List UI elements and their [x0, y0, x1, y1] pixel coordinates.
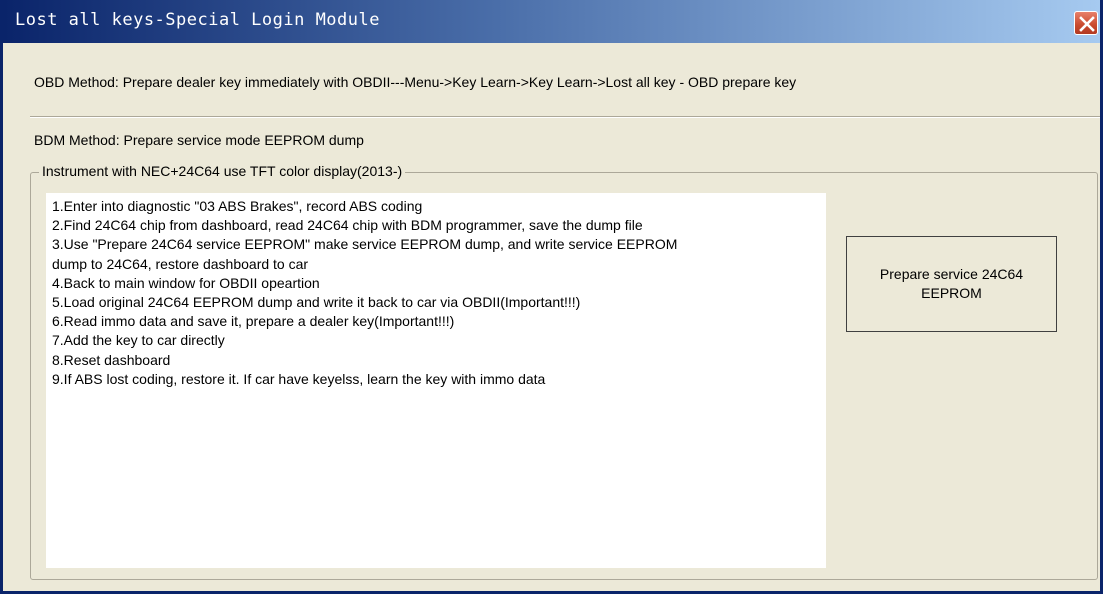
prepare-button-label-line1: Prepare service 24C64	[879, 266, 1024, 282]
groupbox-title: Instrument with NEC+24C64 use TFT color …	[39, 163, 406, 179]
bdm-method-label: BDM Method: Prepare service mode EEPROM …	[34, 132, 364, 148]
title-bar[interactable]: Lost all keys-Special Login Module	[3, 0, 1100, 43]
step-line: 4.Back to main window for OBDII opeartio…	[52, 274, 320, 291]
steps-text-area[interactable]: 1.Enter into diagnostic "03 ABS Brakes",…	[46, 193, 826, 568]
obd-method-label: OBD Method: Prepare dealer key immediate…	[34, 74, 797, 90]
step-line: 6.Read immo data and save it, prepare a …	[52, 313, 455, 330]
close-icon	[1079, 16, 1095, 32]
step-line: 2.Find 24C64 chip from dashboard, read 2…	[52, 217, 643, 234]
window-title: Lost all keys-Special Login Module	[15, 10, 380, 30]
prepare-button-label-line2: EEPROM	[921, 285, 982, 301]
step-line: 1.Enter into diagnostic "03 ABS Brakes",…	[52, 198, 423, 214]
step-line: dump to 24C64, restore dashboard to car	[52, 255, 309, 272]
separator	[30, 116, 1100, 118]
prepare-service-eeprom-button[interactable]: Prepare service 24C64 EEPROM	[846, 236, 1057, 332]
dialog-window: Lost all keys-Special Login Module OBD M…	[0, 0, 1103, 594]
step-line: 3.Use "Prepare 24C64 service EEPROM" mak…	[52, 236, 678, 253]
step-line: 5.Load original 24C64 EEPROM dump and wr…	[52, 294, 581, 311]
close-button[interactable]	[1074, 11, 1098, 35]
step-line: 9.If ABS lost coding, restore it. If car…	[52, 370, 546, 387]
step-line: 8.Reset dashboard	[52, 351, 171, 368]
step-line: 7.Add the key to car directly	[52, 332, 225, 349]
